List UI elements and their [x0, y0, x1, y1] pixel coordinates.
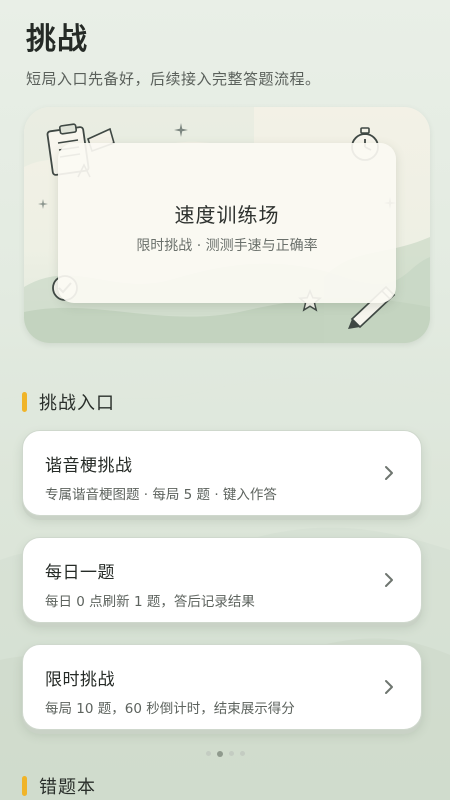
sparkle-icon	[174, 123, 188, 137]
entry-title: 每日一题	[45, 563, 115, 583]
section-wrong-book: 错题本	[22, 774, 96, 798]
page-dot[interactable]	[205, 751, 211, 756]
entry-title: 限时挑战	[45, 670, 115, 690]
page-dot[interactable]	[228, 751, 234, 756]
entry-card-timed[interactable]: 限时挑战 每局 10 题，60 秒倒计时，结束展示得分	[22, 644, 422, 730]
section-accent-bar	[22, 776, 27, 796]
section-title: 挑战入口	[39, 393, 115, 414]
page-subtitle: 短局入口先备好，后续接入完整答题流程。	[26, 70, 321, 88]
banner-title: 速度训练场	[174, 203, 280, 227]
banner-card: 速度训练场 限时挑战 · 测测手速与正确率	[58, 143, 396, 303]
entry-desc: 专属谐音梗图题 · 每局 5 题 · 键入作答	[45, 487, 277, 503]
chevron-right-icon	[385, 466, 393, 480]
chevron-right-icon	[385, 573, 393, 587]
entry-card-homophone[interactable]: 谐音梗挑战 专属谐音梗图题 · 每局 5 题 · 键入作答	[22, 430, 422, 516]
entry-desc: 每日 0 点刷新 1 题，答后记录结果	[45, 594, 255, 610]
speed-training-banner[interactable]: 速度训练场 限时挑战 · 测测手速与正确率	[24, 107, 430, 343]
page-indicator	[0, 750, 450, 757]
entry-card-daily[interactable]: 每日一题 每日 0 点刷新 1 题，答后记录结果	[22, 537, 422, 623]
entry-desc: 每局 10 题，60 秒倒计时，结束展示得分	[45, 701, 295, 717]
section-title: 错题本	[39, 777, 96, 798]
banner-subtitle: 限时挑战 · 测测手速与正确率	[136, 238, 318, 254]
page-dot[interactable]	[239, 751, 245, 756]
entry-title: 谐音梗挑战	[45, 456, 133, 476]
page-title: 挑战	[26, 22, 88, 57]
chevron-right-icon	[385, 680, 393, 694]
sparkle-icon	[38, 199, 48, 209]
section-challenge-entry: 挑战入口	[22, 390, 115, 414]
page-dot-active[interactable]	[216, 750, 223, 757]
section-accent-bar	[22, 392, 27, 412]
